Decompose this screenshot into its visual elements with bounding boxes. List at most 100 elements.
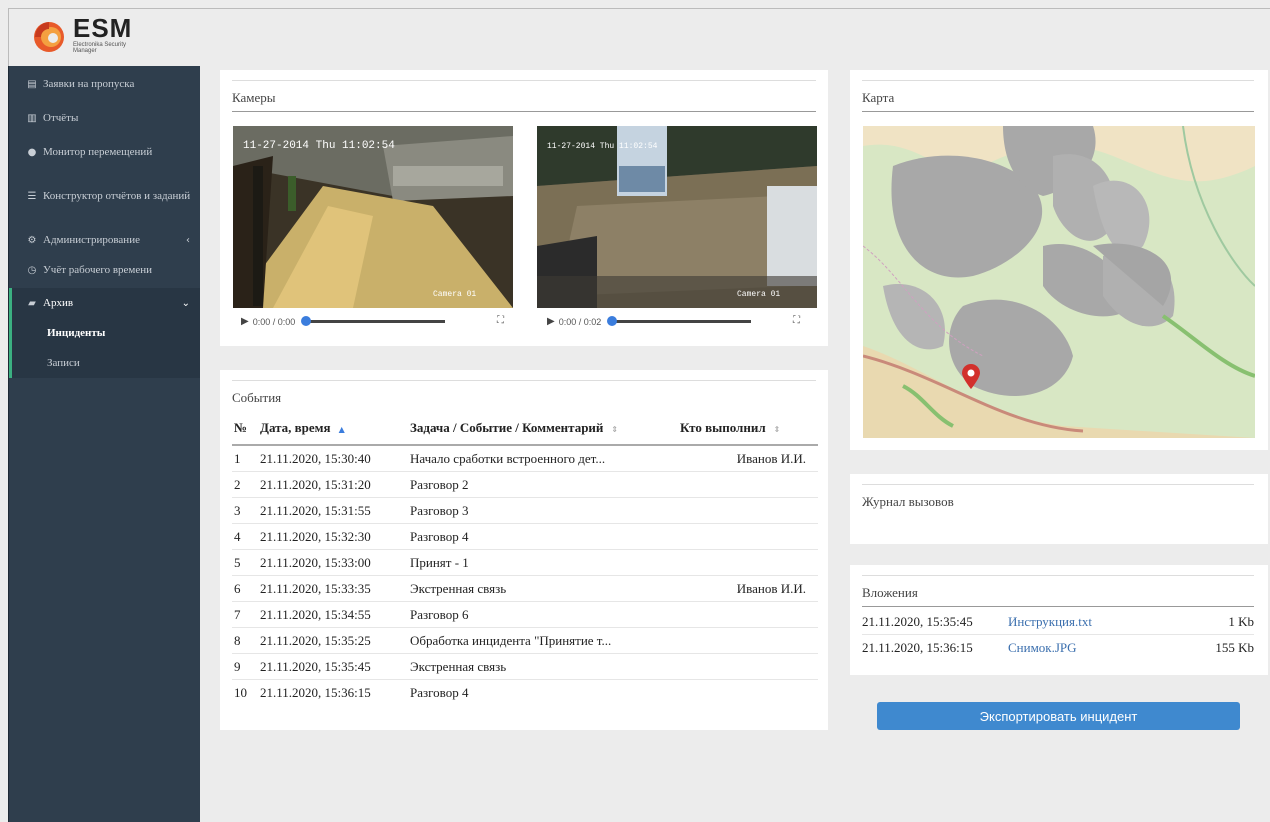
sidebar-subitem-records[interactable]: Записи [9,348,200,378]
row-task: Экстренная связь [410,580,507,596]
sidebar: ▤ Заявки на пропуска ▥ Отчёты ● Монитор … [8,66,200,822]
row-number: 8 [234,632,241,648]
sidebar-item-time-tracking[interactable]: ◷ Учёт рабочего времени [9,258,200,282]
row-number: 6 [234,580,241,596]
sidebar-item-reports[interactable]: ▥ Отчёты [9,106,200,130]
video-frame[interactable]: 11-27-2014 Thu 11:02:54 Camera 01 [537,126,817,308]
sidebar-subitem-incidents[interactable]: Инциденты [9,318,200,348]
attachment-link[interactable]: Снимок.JPG [1008,640,1148,656]
brand-name: ESM [73,13,133,43]
panel-top-rule [862,484,1254,485]
chevron-left-icon: ‹ [186,234,190,246]
panel-title-rule [862,111,1254,112]
camera-video-1[interactable]: 11-27-2014 Thu 11:02:54 Camera 01 ▶ 0:00… [233,126,513,336]
column-header-label: Дата, время [260,420,331,435]
attachment-link[interactable]: Инструкция.txt [1008,614,1148,630]
sidebar-item-label: Монитор перемещений [43,146,153,158]
row-task: Разговор 4 [410,528,469,544]
folder-open-icon: ▰ [28,297,36,309]
row-date: 21.11.2020, 15:33:35 [260,580,371,596]
row-date: 21.11.2020, 15:35:45 [260,658,371,674]
sidebar-item-archive[interactable]: ▰ Архив ⌄ [9,288,200,318]
row-number: 10 [234,685,247,700]
gears-icon: ⚙ [27,234,37,246]
play-icon[interactable]: ▶ [241,316,249,327]
logo-mark-icon [29,15,69,55]
seek-knob[interactable] [607,316,618,326]
row-date: 21.11.2020, 15:30:40 [260,450,371,466]
column-header-date[interactable]: Дата, время ▲ [260,420,410,436]
table-row[interactable]: 1 21.11.2020, 15:30:40 Начало сработки вст… [232,446,818,472]
row-date: 21.11.2020, 15:34:55 [260,606,371,622]
panel-top-rule [232,80,816,81]
video-time: 0:00 / 0:00 [252,316,296,327]
seek-knob[interactable] [301,316,312,326]
map-marker-icon: ● [27,146,37,158]
table-row[interactable]: 3 21.11.2020, 15:31:55 Разговор 3 [232,498,818,524]
chevron-down-icon: ⌄ [181,297,190,309]
events-table: № Дата, время ▲ Задача / Событие / Коммен… [232,412,818,706]
export-incident-button[interactable]: Экспортировать инцидент [877,702,1240,730]
logo[interactable]: ESM Electronika Security Manager [29,15,143,55]
table-row[interactable]: 4 21.11.2020, 15:32:30 Разговор 4 [232,524,818,550]
row-date: 21.11.2020, 15:31:55 [260,502,371,518]
panel-top-rule [862,575,1254,576]
panel-top-rule [862,80,1254,81]
map-view[interactable] [863,126,1255,438]
row-date: 21.11.2020, 15:33:00 [260,554,371,570]
row-date: 21.11.2020, 15:35:25 [260,632,371,648]
sidebar-item-movement-monitor[interactable]: ● Монитор перемещений [9,140,200,164]
panel-title-rule [232,111,816,112]
map-marker-icon[interactable] [961,364,981,390]
video-overlay-time: 11-27-2014 Thu 11:02:54 [243,140,395,152]
attachment-size: 1 Kb [1228,613,1254,629]
sidebar-item-label: Конструктор отчётов и заданий [43,190,191,202]
sidebar-item-report-builder[interactable]: ☰ Конструктор отчётов и заданий [9,184,200,208]
row-task: Разговор 2 [410,476,469,492]
table-row[interactable]: 6 21.11.2020, 15:33:35 Экстренная связь Ива… [232,576,818,602]
sort-icon[interactable]: ⇕ [774,425,781,434]
video-frame[interactable]: 11-27-2014 Thu 11:02:54 Camera 01 [233,126,513,308]
video-overlay-caption: Camera 01 [433,290,476,299]
row-task: Принят - 1 [410,554,469,570]
map-title: Карта [862,90,895,105]
sliders-icon: ☰ [27,190,37,202]
attachments-panel: Вложения 21.11.2020, 15:35:45 Инструкция… [850,565,1268,675]
sort-icon[interactable]: ⇕ [611,425,618,434]
table-row[interactable]: 2 21.11.2020, 15:31:20 Разговор 2 [232,472,818,498]
column-header-number: № [234,420,248,435]
fullscreen-icon[interactable]: ⛶ [497,315,504,326]
sidebar-item-label: Отчёты [43,112,79,124]
column-header-label: Кто выполнил [680,420,766,435]
attachment-date: 21.11.2020, 15:36:15 [862,640,973,655]
row-task: Экстренная связь [410,658,507,674]
brand-subtitle: Electronika Security Manager [73,42,127,54]
row-task: Разговор 4 [410,685,469,700]
fullscreen-icon[interactable]: ⛶ [793,315,800,326]
sidebar-item-pass-requests[interactable]: ▤ Заявки на пропуска [9,72,200,96]
column-header-task[interactable]: Задача / Событие / Комментарий ⇕ [410,420,670,436]
video-seek-bar[interactable] [607,316,752,326]
video-seek-bar[interactable] [301,316,446,326]
play-icon[interactable]: ▶ [547,316,555,327]
sidebar-subitem-label: Записи [47,357,80,369]
camera-video-2[interactable]: 11-27-2014 Thu 11:02:54 Camera 01 ▶ 0:00… [537,126,817,336]
row-date: 21.11.2020, 15:31:20 [260,476,371,492]
panel-top-rule [232,380,816,381]
table-row[interactable]: 8 21.11.2020, 15:35:25 Обработка инцидента… [232,628,818,654]
table-row[interactable]: 10 21.11.2020, 15:36:15 Разговор 4 [232,680,818,706]
column-header-performer[interactable]: Кто выполнил ⇕ [670,420,818,436]
sidebar-item-label: Архив [43,297,74,309]
call-log-title: Журнал вызовов [862,494,954,509]
row-performer: Иванов И.И. [736,580,806,596]
table-row[interactable]: 5 21.11.2020, 15:33:00 Принят - 1 [232,550,818,576]
table-row[interactable]: 7 21.11.2020, 15:34:55 Разговор 6 [232,602,818,628]
sort-asc-icon[interactable]: ▲ [339,425,345,434]
clock-icon: ◷ [27,264,37,276]
sidebar-item-administration[interactable]: ⚙ Администрирование ‹ [9,228,200,252]
row-task: Разговор 6 [410,606,469,622]
cameras-title: Камеры [232,90,276,105]
table-row[interactable]: 9 21.11.2020, 15:35:45 Экстренная связь [232,654,818,680]
video-overlay-time: 11-27-2014 Thu 11:02:54 [547,142,658,151]
row-number: 3 [234,502,241,518]
